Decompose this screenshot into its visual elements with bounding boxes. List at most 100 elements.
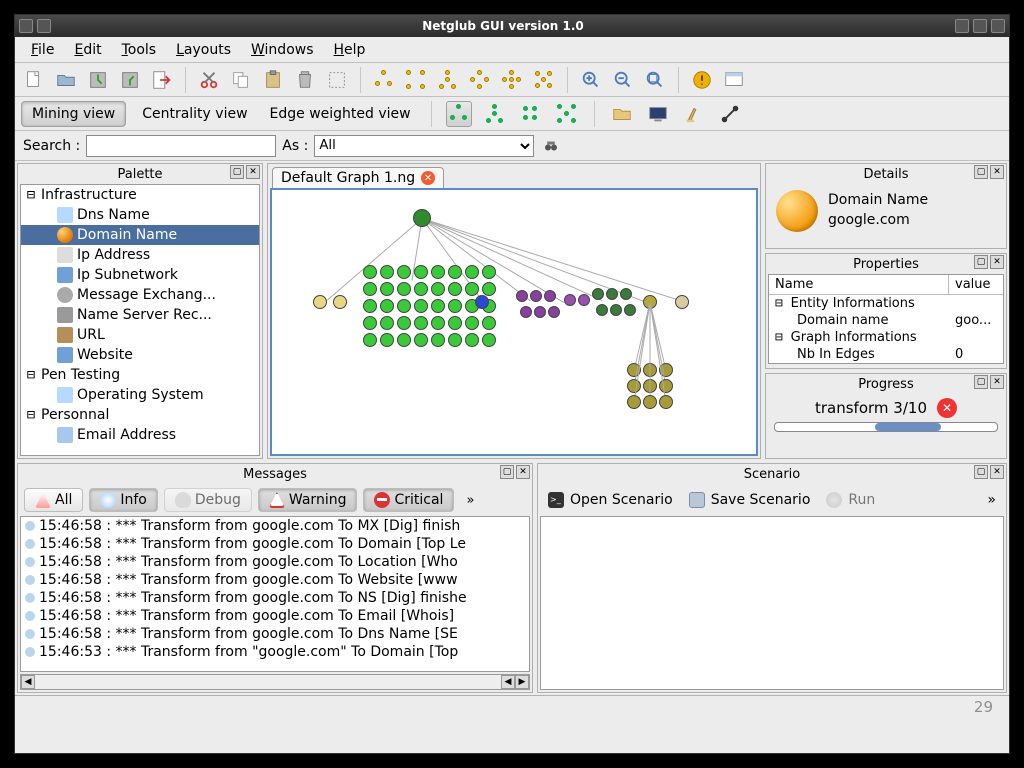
graph-node[interactable]	[564, 294, 576, 306]
graph-node[interactable]	[333, 295, 347, 309]
palette-tree[interactable]: ⊟InfrastructureDns NameDomain NameIp Add…	[20, 184, 260, 456]
message-row[interactable]: 15:46:58 : *** Transform from google.com…	[21, 571, 529, 589]
hscroll-left-icon[interactable]: ◀	[21, 675, 35, 689]
graph-node[interactable]	[431, 282, 445, 296]
save-as-button[interactable]	[117, 67, 143, 93]
scenario-overflow-icon[interactable]: »	[987, 492, 996, 508]
graph-node[interactable]	[380, 316, 394, 330]
message-row[interactable]: 15:46:58 : *** Transform from google.com…	[21, 625, 529, 643]
green-layout-1-button[interactable]	[446, 101, 472, 127]
graph-node[interactable]	[363, 265, 377, 279]
copy-button[interactable]	[228, 67, 254, 93]
scenario-canvas[interactable]	[540, 516, 1004, 690]
palette-close-icon[interactable]: ✕	[246, 165, 260, 179]
paste-button[interactable]	[260, 67, 286, 93]
message-row[interactable]: 15:46:58 : *** Transform from google.com…	[21, 589, 529, 607]
layout-radial-button[interactable]	[531, 67, 557, 93]
graph-node[interactable]	[516, 290, 528, 302]
palette-item[interactable]: Message Exchang...	[21, 285, 259, 305]
graph-node[interactable]	[414, 282, 428, 296]
graph-node[interactable]	[482, 333, 496, 347]
properties-close-icon[interactable]: ✕	[990, 255, 1004, 269]
message-row[interactable]: 15:46:58 : *** Transform from google.com…	[21, 517, 529, 535]
properties-undock-icon[interactable]: ▢	[974, 255, 988, 269]
zoom-fit-button[interactable]	[642, 67, 668, 93]
hscroll-right-icon[interactable]: ▶	[515, 675, 529, 689]
graph-node[interactable]	[380, 282, 394, 296]
layout-hierarchical-button[interactable]	[371, 67, 397, 93]
graph-tab-close-icon[interactable]: ✕	[421, 171, 435, 185]
graph-node[interactable]	[475, 295, 489, 309]
palette-item[interactable]: Email Address	[21, 425, 259, 445]
messages-list[interactable]: 15:46:58 : *** Transform from google.com…	[20, 516, 530, 672]
graph-node[interactable]	[620, 288, 632, 300]
message-row[interactable]: 15:46:58 : *** Transform from google.com…	[21, 535, 529, 553]
graph-node[interactable]	[431, 299, 445, 313]
messages-undock-icon[interactable]: ▢	[500, 465, 514, 479]
messages-close-icon[interactable]: ✕	[516, 465, 530, 479]
new-file-button[interactable]	[21, 67, 47, 93]
message-row[interactable]: 15:46:53 : *** Transform from "google.co…	[21, 643, 529, 661]
graph-node[interactable]	[413, 209, 431, 227]
message-row[interactable]: 15:46:58 : *** Transform from google.com…	[21, 607, 529, 625]
graph-node[interactable]	[363, 333, 377, 347]
graph-node[interactable]	[448, 316, 462, 330]
graph-node[interactable]	[465, 333, 479, 347]
graph-node[interactable]	[624, 304, 636, 316]
edge-weighted-view-button[interactable]: Edge weighted view	[264, 102, 417, 126]
graph-node[interactable]	[643, 395, 657, 409]
graph-node[interactable]	[414, 265, 428, 279]
scenario-close-icon[interactable]: ✕	[990, 465, 1004, 479]
open-file-button[interactable]	[53, 67, 79, 93]
progress-undock-icon[interactable]: ▢	[974, 375, 988, 389]
graph-node[interactable]	[544, 290, 556, 302]
graph-node[interactable]	[380, 265, 394, 279]
graph-node[interactable]	[397, 282, 411, 296]
graph-node[interactable]	[448, 333, 462, 347]
graph-node[interactable]	[363, 282, 377, 296]
palette-item[interactable]: Domain Name	[21, 225, 259, 245]
graph-node[interactable]	[431, 333, 445, 347]
graph-node[interactable]	[397, 299, 411, 313]
palette-item[interactable]: Name Server Rec...	[21, 305, 259, 325]
select-all-button[interactable]	[324, 67, 350, 93]
graph-node[interactable]	[675, 295, 689, 309]
graph-node[interactable]	[610, 304, 622, 316]
graph-node[interactable]	[414, 333, 428, 347]
binoculars-icon[interactable]	[540, 135, 562, 157]
green-layout-2-button[interactable]	[482, 101, 508, 127]
filter-all-button[interactable]: All	[24, 488, 83, 512]
layout-circular-button[interactable]	[403, 67, 429, 93]
filter-debug-button[interactable]: Debug	[164, 488, 252, 512]
progress-stop-button[interactable]: ✕	[937, 398, 957, 418]
menu-layouts[interactable]: Layouts	[168, 40, 239, 60]
palette-item[interactable]: URL	[21, 325, 259, 345]
exit-button[interactable]	[149, 67, 175, 93]
palette-category[interactable]: ⊟Personnal	[21, 405, 259, 425]
details-close-icon[interactable]: ✕	[990, 165, 1004, 179]
graph-node[interactable]	[534, 306, 546, 318]
screenshot-button[interactable]	[645, 101, 671, 127]
maximize-icon[interactable]	[973, 19, 987, 33]
graph-node[interactable]	[448, 282, 462, 296]
menu-tools[interactable]: Tools	[114, 40, 165, 60]
save-scenario-button[interactable]: Save Scenario	[689, 492, 811, 508]
layout-block-button[interactable]	[435, 67, 461, 93]
graph-node[interactable]	[627, 379, 641, 393]
menu-file[interactable]: File	[23, 40, 62, 60]
property-group[interactable]: Graph Informations	[769, 329, 1003, 346]
zoom-out-button[interactable]	[610, 67, 636, 93]
graph-node[interactable]	[448, 265, 462, 279]
graph-node[interactable]	[592, 288, 604, 300]
window-view-button[interactable]	[721, 67, 747, 93]
graph-node[interactable]	[482, 265, 496, 279]
graph-node[interactable]	[482, 316, 496, 330]
graph-node[interactable]	[530, 290, 542, 302]
minimize-icon[interactable]	[955, 19, 969, 33]
property-group[interactable]: Entity Informations	[769, 295, 1003, 312]
graph-node[interactable]	[431, 316, 445, 330]
graph-node[interactable]	[482, 282, 496, 296]
layout-tree-button[interactable]	[499, 67, 525, 93]
graph-node[interactable]	[548, 306, 560, 318]
titlebar-menu-icon[interactable]	[19, 19, 33, 33]
